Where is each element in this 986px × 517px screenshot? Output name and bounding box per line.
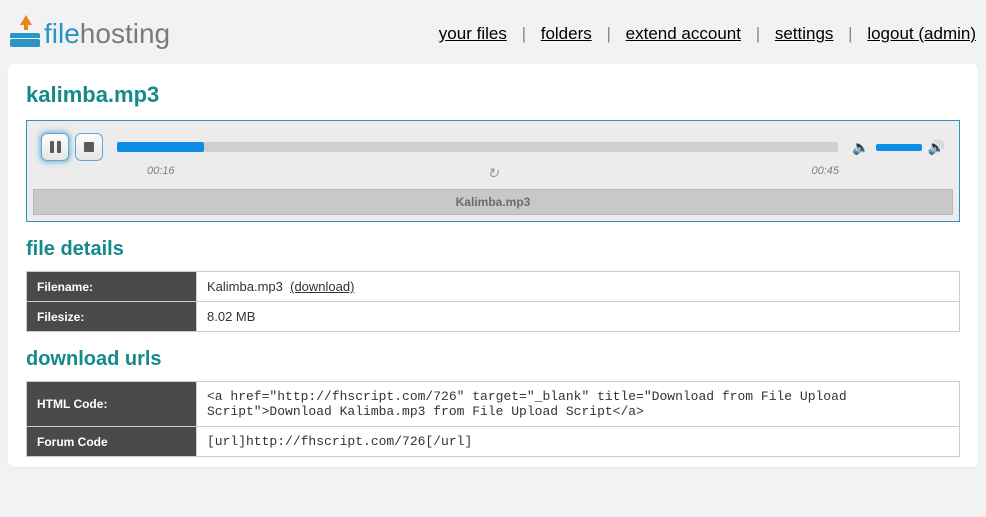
replay-icon[interactable]: ↻	[487, 165, 499, 182]
table-row: Forum Code [url]http://fhscript.com/726[…	[27, 427, 960, 457]
time-total: 00:45	[811, 165, 839, 177]
nav-folders[interactable]: folders	[541, 24, 592, 43]
nav-settings[interactable]: settings	[775, 24, 834, 43]
nav-separator: |	[606, 24, 610, 43]
nav-logout[interactable]: logout (admin)	[867, 24, 976, 43]
volume-bar[interactable]	[876, 144, 922, 151]
forum-code-label: Forum Code	[27, 427, 197, 457]
filesize-value: 8.02 MB	[197, 302, 960, 332]
logo-text: filehosting	[44, 18, 170, 50]
filename-label: Filename:	[27, 272, 197, 302]
player-track-title: Kalimba.mp3	[33, 189, 953, 215]
seek-progress	[117, 142, 204, 152]
seek-bar[interactable]	[117, 142, 838, 152]
nav-separator: |	[756, 24, 760, 43]
nav-extend-account[interactable]: extend account	[626, 24, 741, 43]
page-title: kalimba.mp3	[26, 82, 960, 108]
volume-low-icon[interactable]: 🔈	[852, 139, 869, 156]
filename-value: Kalimba.mp3 (download)	[197, 272, 960, 302]
file-details-table: Filename: Kalimba.mp3 (download) Filesiz…	[26, 271, 960, 332]
top-nav: your files | folders | extend account | …	[439, 24, 976, 44]
download-urls-table: HTML Code: <a href="http://fhscript.com/…	[26, 381, 960, 457]
forum-code-value[interactable]: [url]http://fhscript.com/726[/url]	[197, 427, 960, 457]
download-link[interactable]: (download)	[290, 279, 354, 294]
download-urls-heading: download urls	[26, 348, 960, 371]
time-elapsed: 00:16	[147, 165, 175, 177]
html-code-label: HTML Code:	[27, 382, 197, 427]
volume-control: 🔈 🔊	[852, 139, 945, 156]
upload-icon	[10, 21, 40, 47]
file-details-heading: file details	[26, 238, 960, 261]
nav-your-files[interactable]: your files	[439, 24, 507, 43]
nav-separator: |	[522, 24, 526, 43]
header: filehosting your files | folders | exten…	[0, 0, 986, 64]
volume-high-icon[interactable]: 🔊	[928, 139, 945, 156]
nav-separator: |	[848, 24, 852, 43]
html-code-value[interactable]: <a href="http://fhscript.com/726" target…	[197, 382, 960, 427]
logo[interactable]: filehosting	[10, 18, 170, 50]
audio-player: 🔈 🔊 00:16 ↻ 00:45 Kalimba.mp3	[26, 120, 960, 222]
table-row: Filesize: 8.02 MB	[27, 302, 960, 332]
stop-icon	[84, 142, 94, 152]
table-row: HTML Code: <a href="http://fhscript.com/…	[27, 382, 960, 427]
filesize-label: Filesize:	[27, 302, 197, 332]
main-card: kalimba.mp3 🔈 🔊 00:16 ↻ 00:45 Kalimba.mp…	[8, 64, 978, 467]
pause-icon	[50, 141, 61, 153]
pause-button[interactable]	[41, 133, 69, 161]
stop-button[interactable]	[75, 133, 103, 161]
table-row: Filename: Kalimba.mp3 (download)	[27, 272, 960, 302]
